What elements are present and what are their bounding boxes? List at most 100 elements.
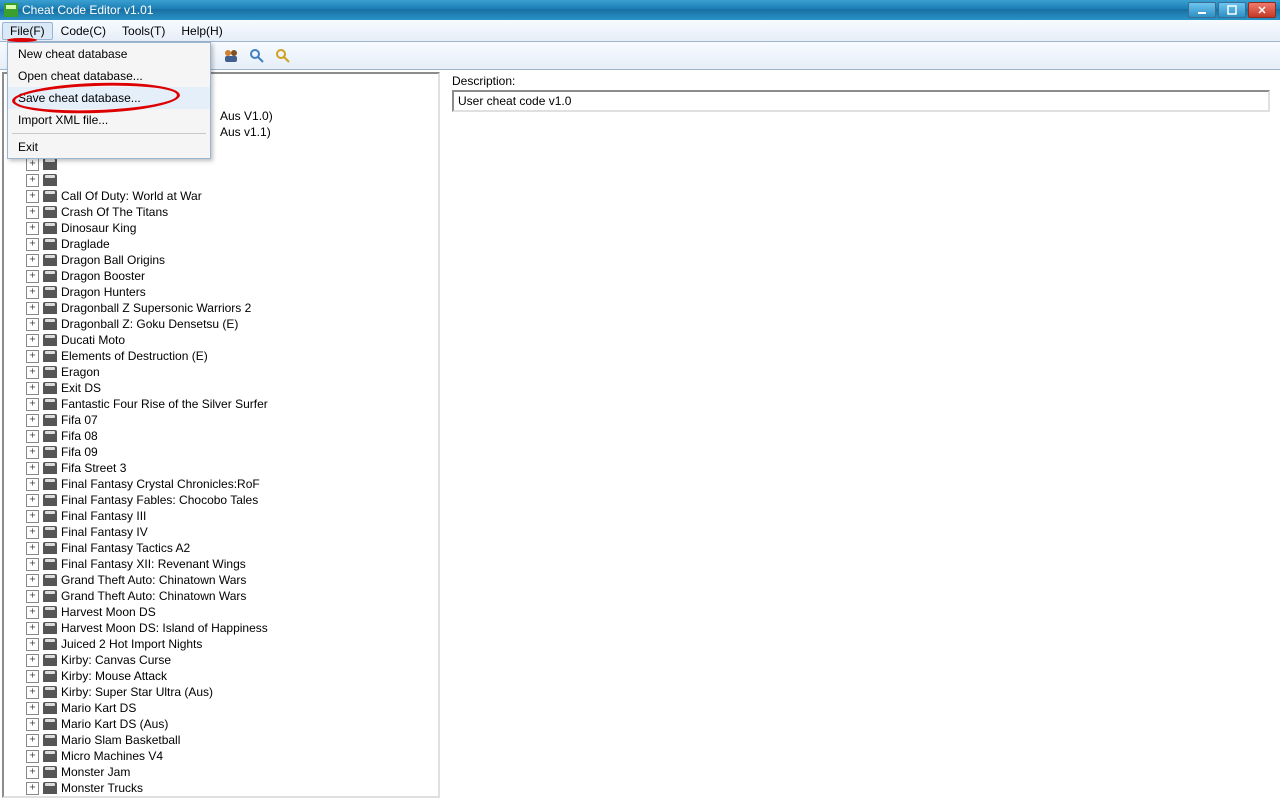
tree-expander-icon[interactable]: +	[26, 254, 39, 267]
tree-expander-icon[interactable]: +	[26, 558, 39, 571]
tree-row[interactable]: +Harvest Moon DS	[8, 604, 434, 620]
tree-expander-icon[interactable]: +	[26, 238, 39, 251]
tree-item-label[interactable]: Dragonball Z Supersonic Warriors 2	[61, 300, 251, 316]
tree-item-label[interactable]: Mario Kart DS	[61, 700, 136, 716]
tree-row[interactable]: +Final Fantasy III	[8, 508, 434, 524]
tree-item-label[interactable]: Eragon	[61, 364, 100, 380]
tree-item-label[interactable]: Monster Trucks	[61, 780, 143, 796]
tree-expander-icon[interactable]: +	[26, 366, 39, 379]
tree-expander-icon[interactable]: +	[26, 654, 39, 667]
tree-expander-icon[interactable]: +	[26, 686, 39, 699]
tree-item-label[interactable]: Fantastic Four Rise of the Silver Surfer	[61, 396, 268, 412]
tree-expander-icon[interactable]: +	[26, 670, 39, 683]
tree-expander-icon[interactable]: +	[26, 222, 39, 235]
tree-row[interactable]: + Dragon Booster	[8, 268, 434, 284]
tree-row[interactable]: + Eragon	[8, 364, 434, 380]
tree-row[interactable]: + Final Fantasy XII: Revenant Wings	[8, 556, 434, 572]
menu-item-exit[interactable]: Exit	[8, 136, 210, 158]
tree-row[interactable]: +Ducati Moto	[8, 332, 434, 348]
tree-item-label[interactable]: Final Fantasy IV	[61, 524, 148, 540]
tree-item-label[interactable]: Micro Machines V4	[61, 748, 163, 764]
menu-file[interactable]: File(F)	[2, 22, 53, 40]
tree-item-label[interactable]: Crash Of The Titans	[61, 204, 168, 220]
tree-row[interactable]: + Dragon Ball Origins	[8, 252, 434, 268]
toolbar-users-icon[interactable]	[220, 45, 242, 67]
tree-row[interactable]: +Harvest Moon DS: Island of Happiness	[8, 620, 434, 636]
tree-item-label[interactable]: Final Fantasy Crystal Chronicles:RoF	[61, 476, 260, 492]
menu-item-open-db[interactable]: Open cheat database...	[8, 65, 210, 87]
tree-item-label[interactable]: Dragon Ball Origins	[61, 252, 165, 268]
tree-item-label[interactable]: Ducati Moto	[61, 332, 125, 348]
tree-expander-icon[interactable]: +	[26, 414, 39, 427]
tree-expander-icon[interactable]: +	[26, 318, 39, 331]
tree-item-label[interactable]: Grand Theft Auto: Chinatown Wars	[61, 572, 246, 588]
tree-item-label[interactable]: Fifa 07	[61, 412, 98, 428]
tree-item-label[interactable]: Elements of Destruction (E)	[61, 348, 208, 364]
tree-item-label[interactable]: Aus v1.1)	[220, 124, 271, 140]
tree-expander-icon[interactable]: +	[26, 462, 39, 475]
tree-row[interactable]: + Fifa 07	[8, 412, 434, 428]
tree-row[interactable]: +Monster Trucks	[8, 780, 434, 796]
tree-row[interactable]: +Final Fantasy Tactics A2	[8, 540, 434, 556]
tree-expander-icon[interactable]: +	[26, 734, 39, 747]
tree-item-label[interactable]: Final Fantasy Tactics A2	[61, 540, 190, 556]
toolbar-search-icon[interactable]	[246, 45, 268, 67]
tree-expander-icon[interactable]: +	[26, 174, 39, 187]
tree-item-label[interactable]: Dragon Booster	[61, 268, 145, 284]
tree-expander-icon[interactable]: +	[26, 750, 39, 763]
tree-item-label[interactable]: Dragonball Z: Goku Densetsu (E)	[61, 316, 238, 332]
tree-item-label[interactable]: Fifa 08	[61, 428, 98, 444]
tree-item-label[interactable]: Harvest Moon DS	[61, 604, 156, 620]
tree-expander-icon[interactable]: +	[26, 510, 39, 523]
tree-item-label[interactable]: Final Fantasy Fables: Chocobo Tales	[61, 492, 258, 508]
tree-row[interactable]: +Dragon Hunters	[8, 284, 434, 300]
tree-item-label[interactable]: Mario Kart DS (Aus)	[61, 716, 168, 732]
tree-expander-icon[interactable]: +	[26, 270, 39, 283]
tree-row[interactable]: +Final Fantasy Crystal Chronicles:RoF	[8, 476, 434, 492]
menu-item-save-db[interactable]: Save cheat database...	[8, 87, 210, 109]
tree-item-label[interactable]: Juiced 2 Hot Import Nights	[61, 636, 202, 652]
tree-item-label[interactable]: Call Of Duty: World at War	[61, 188, 202, 204]
tree-item-label[interactable]: Fifa 09	[61, 444, 98, 460]
tree-item-label[interactable]: Draglade	[61, 236, 110, 252]
tree-row[interactable]: +Fifa Street 3	[8, 460, 434, 476]
tree-expander-icon[interactable]: +	[26, 446, 39, 459]
tree-expander-icon[interactable]: +	[26, 574, 39, 587]
tree-expander-icon[interactable]: +	[26, 302, 39, 315]
minimize-button[interactable]	[1188, 2, 1216, 18]
tree-expander-icon[interactable]: +	[26, 526, 39, 539]
tree-expander-icon[interactable]: +	[26, 206, 39, 219]
maximize-button[interactable]	[1218, 2, 1246, 18]
tree-row[interactable]: + Kirby: Canvas Curse	[8, 652, 434, 668]
tree-row[interactable]: +Elements of Destruction (E)	[8, 348, 434, 364]
tree-row[interactable]: +Dinosaur King	[8, 220, 434, 236]
description-input[interactable]	[452, 90, 1270, 112]
menu-code[interactable]: Code(C)	[53, 22, 114, 40]
tree-item-label[interactable]: Monster Jam	[61, 764, 130, 780]
tree-item-label[interactable]: Kirby: Canvas Curse	[61, 652, 171, 668]
tree-row[interactable]: + Dragonball Z Supersonic Warriors 2	[8, 300, 434, 316]
tree-item-label[interactable]: Kirby: Super Star Ultra (Aus)	[61, 684, 213, 700]
tree-row[interactable]: + Crash Of The Titans	[8, 204, 434, 220]
tree-scroll[interactable]: + + Aus V1.0)Aus v1.1) + + + + Call Of Dut…	[4, 74, 438, 796]
tree-item-label[interactable]	[61, 172, 64, 188]
close-button[interactable]	[1248, 2, 1276, 18]
tree-row[interactable]: + Grand Theft Auto: Chinatown Wars	[8, 572, 434, 588]
menu-item-import-xml[interactable]: Import XML file...	[8, 109, 210, 131]
tree-row[interactable]: + Fifa 09	[8, 444, 434, 460]
tree-item-label[interactable]: Aus V1.0)	[220, 108, 273, 124]
toolbar-search-replace-icon[interactable]	[272, 45, 294, 67]
tree-row[interactable]: +Grand Theft Auto: Chinatown Wars	[8, 588, 434, 604]
tree-row[interactable]: +Fantastic Four Rise of the Silver Surfe…	[8, 396, 434, 412]
tree-item-label[interactable]: Final Fantasy XII: Revenant Wings	[61, 556, 246, 572]
tree-item-label[interactable]: Exit DS	[61, 380, 101, 396]
tree-row[interactable]: + Call Of Duty: World at War	[8, 188, 434, 204]
tree-item-label[interactable]: Grand Theft Auto: Chinatown Wars	[61, 588, 246, 604]
tree-row[interactable]: +Kirby: Mouse Attack	[8, 668, 434, 684]
tree-expander-icon[interactable]: +	[26, 190, 39, 203]
tree-expander-icon[interactable]: +	[26, 158, 39, 171]
menu-help[interactable]: Help(H)	[173, 22, 230, 40]
menu-tools[interactable]: Tools(T)	[114, 22, 173, 40]
tree-item-label[interactable]: Mario Slam Basketball	[61, 732, 180, 748]
tree-expander-icon[interactable]: +	[26, 638, 39, 651]
